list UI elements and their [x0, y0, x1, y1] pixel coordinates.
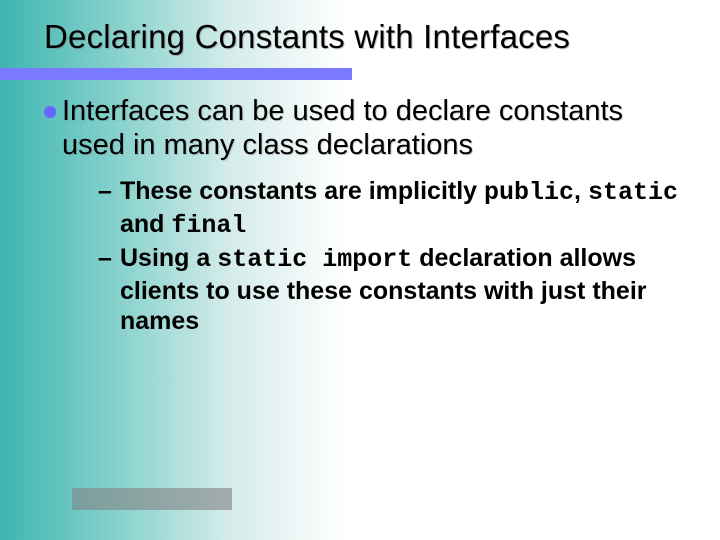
sub1-mid2: and: [120, 210, 171, 238]
sub2-code1: static import: [217, 245, 412, 274]
slide-title: Declaring Constants with Interfaces: [0, 0, 720, 66]
slide-content: Interfaces can be used to declare consta…: [0, 66, 720, 339]
dash-icon: –: [98, 243, 112, 274]
sub1-code2: static: [588, 178, 678, 207]
main-bullet: Interfaces can be used to declare consta…: [48, 94, 680, 162]
footer-bar: [72, 488, 232, 510]
sub1-prefix: These constants are implicitly: [120, 177, 484, 205]
sub1-code1: public: [484, 178, 574, 207]
bullet-icon: [44, 106, 56, 118]
sub-bullet-2: – Using a static import declaration allo…: [98, 243, 680, 339]
dash-icon: –: [98, 176, 112, 207]
sub1-code3: final: [171, 211, 246, 240]
sub-bullet-list: – These constants are implicitly public,…: [98, 176, 680, 339]
sub-bullet-1: – These constants are implicitly public,…: [98, 176, 680, 241]
sub1-mid1: ,: [574, 177, 588, 205]
sub2-prefix: Using a: [120, 244, 217, 272]
title-underline: [0, 68, 352, 80]
main-bullet-text: Interfaces can be used to declare consta…: [62, 95, 623, 161]
